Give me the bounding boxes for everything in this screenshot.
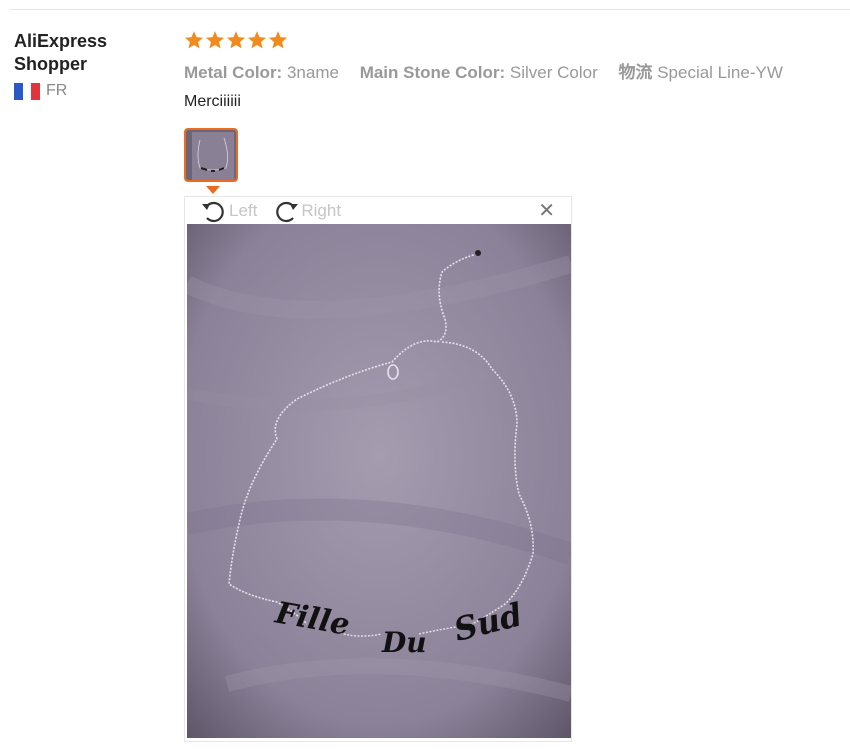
star-icon xyxy=(185,31,203,49)
review-comment: Merciiiiii xyxy=(184,93,241,110)
star-icon xyxy=(227,31,245,49)
attribute-metal-color: Metal Color: 3name xyxy=(184,63,344,82)
separator-line xyxy=(10,9,850,10)
review-content: Metal Color: 3name Main Stone Color: Sil… xyxy=(184,30,840,111)
attribute-logistics: 物流 Special Line-YW xyxy=(618,63,782,82)
photo-viewer: Left Right ✕ Fille Du Sud xyxy=(184,196,572,742)
rotate-left-button[interactable]: Left xyxy=(199,198,257,224)
attribute-value: Special Line-YW xyxy=(657,63,783,82)
thumbnail-indicator-arrow xyxy=(206,186,220,194)
viewer-toolbar: Left Right ✕ xyxy=(185,197,571,224)
attribute-key: Metal Color: xyxy=(184,63,283,82)
rotate-left-icon xyxy=(202,201,224,222)
star-icon xyxy=(248,31,266,49)
close-icon[interactable]: ✕ xyxy=(538,201,555,221)
france-flag-icon xyxy=(14,82,41,100)
country-code: FR xyxy=(46,82,68,99)
star-icon xyxy=(206,31,224,49)
rotate-right-icon xyxy=(276,201,299,222)
rotate-right-button[interactable]: Right xyxy=(271,198,341,224)
pendant-text: Du xyxy=(381,626,427,659)
reviewer-country: FR xyxy=(14,82,164,100)
attribute-value: Silver Color xyxy=(509,63,598,82)
rotate-right-label: Right xyxy=(301,200,342,220)
necklace-photo-image: Fille Du Sud xyxy=(187,224,571,738)
reviewer-name: AliExpress Shopper xyxy=(14,31,108,74)
review-photo: Fille Du Sud xyxy=(187,224,571,738)
attribute-key: 物流 xyxy=(618,63,653,82)
product-attributes: Metal Color: 3name Main Stone Color: Sil… xyxy=(184,58,840,83)
attribute-value: 3name xyxy=(286,63,339,82)
attribute-key: Main Stone Color: xyxy=(359,63,506,82)
star-rating xyxy=(184,30,840,52)
star-icon xyxy=(269,31,287,49)
thumbnail-image xyxy=(186,130,236,180)
rotate-left-label: Left xyxy=(229,200,258,220)
attribute-stone-color: Main Stone Color: Silver Color xyxy=(360,63,603,82)
reviewer-info: AliExpress Shopper FR xyxy=(14,30,164,100)
review-photo-thumbnail[interactable] xyxy=(184,128,238,182)
